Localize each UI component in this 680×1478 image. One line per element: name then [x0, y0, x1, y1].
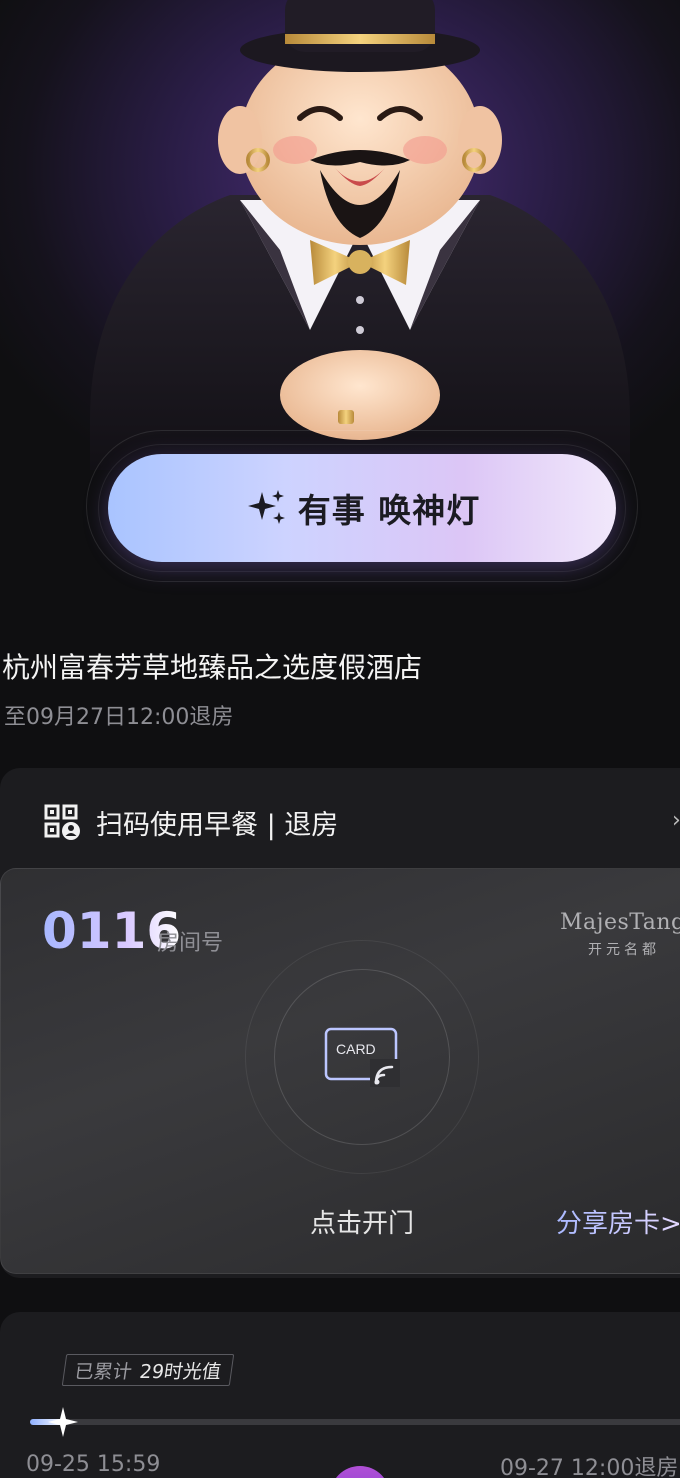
hero-banner: 有事 唤神灯	[0, 0, 680, 600]
brand-name-en: MajesTang	[560, 910, 680, 935]
genie-mascot-illustration	[90, 0, 630, 470]
qr-user-icon	[44, 804, 80, 840]
hotel-brand-logo: MajesTang 开元名都	[560, 910, 680, 959]
hotel-room-page: 有事 唤神灯 杭州富春芳草地臻品之选度假酒店 至09月27日12:00退房 扫码…	[0, 0, 680, 1478]
summon-genie-label: 有事 唤神灯	[297, 491, 481, 530]
stay-end-time: 09-27 12:00退房	[500, 1456, 679, 1478]
accumulated-label: 已累计	[73, 1360, 134, 1383]
chevron-right-icon[interactable]: ›	[672, 808, 680, 833]
brand-name-zh: 开元名都	[588, 942, 660, 958]
sparkles-icon	[247, 490, 285, 524]
scan-label: 扫码使用早餐 | 退房	[96, 809, 339, 841]
progress-star-icon	[48, 1407, 78, 1437]
room-number-label: 房间号	[157, 931, 224, 956]
share-card-link[interactable]: 分享房卡>	[556, 1203, 680, 1240]
nfc-card-icon: CARD	[324, 1027, 400, 1087]
stay-progress-track	[30, 1419, 680, 1425]
stay-start-time: 09-25 15:59	[26, 1452, 161, 1477]
checkout-time: 至09月27日12:00退房	[4, 705, 234, 730]
accumulated-value: 29时光值	[138, 1360, 223, 1383]
card-text: CARD	[336, 1041, 376, 1057]
accumulated-points-badge: 已累计 29时光值	[61, 1354, 235, 1386]
scan-breakfast-checkout-row[interactable]: 扫码使用早餐 | 退房	[44, 800, 338, 844]
summon-genie-button[interactable]: 有事 唤神灯	[108, 454, 616, 562]
hotel-name: 杭州富春芳草地臻品之选度假酒店	[2, 651, 423, 684]
